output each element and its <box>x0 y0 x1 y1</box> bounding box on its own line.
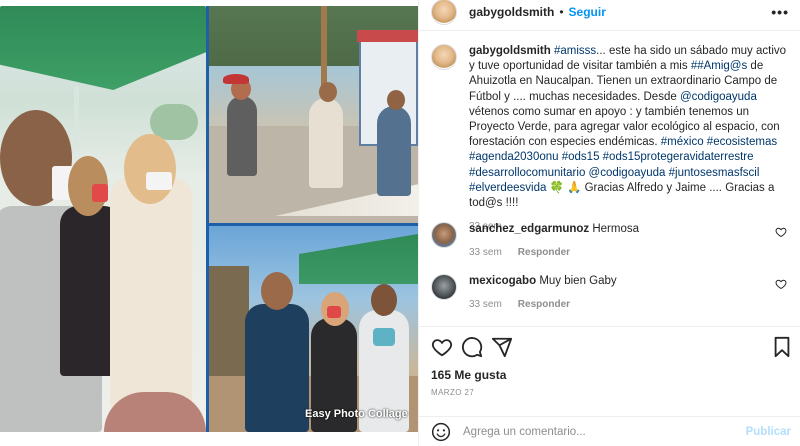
reply-button[interactable]: Responder <box>518 297 570 312</box>
caption-username[interactable]: gabygoldsmith <box>469 45 551 57</box>
follow-button[interactable]: Seguir <box>569 5 606 19</box>
more-options-icon[interactable]: ••• <box>771 4 789 20</box>
caption-mention[interactable]: @codigoayuda <box>680 91 757 103</box>
photo-collage: Easy Photo Collage <box>0 6 418 432</box>
author-username[interactable]: gabygoldsmith <box>469 5 554 19</box>
emoji-icon[interactable] <box>431 422 451 442</box>
comment-username[interactable]: sanchez_edgarmunoz <box>469 223 589 235</box>
comment-meta: 33 sem Responder <box>469 297 769 312</box>
caption-hashtag[interactable]: ##Amig@s <box>691 60 747 72</box>
post-date: MARZO 27 <box>431 388 475 397</box>
comment-body: Muy bien Gaby <box>539 275 617 287</box>
commenter-avatar[interactable] <box>431 274 457 300</box>
share-icon[interactable] <box>491 336 513 358</box>
add-comment-bar: Publicar <box>419 416 800 446</box>
comment-username[interactable]: mexicogabo <box>469 275 536 287</box>
comment-item: sanchez_edgarmunoz Hermosa 33 sem Respon… <box>431 222 793 260</box>
collage-photo-tent <box>0 6 206 432</box>
publish-button[interactable]: Publicar <box>746 426 791 438</box>
instagram-post-view: Easy Photo Collage gabygoldsmith • Segui… <box>0 0 800 446</box>
comment-text: mexicogabo Muy bien Gaby 33 sem Responde… <box>469 274 769 312</box>
collage-watermark: Easy Photo Collage <box>305 408 408 420</box>
caption-hashtag[interactable]: #amisss <box>554 45 596 57</box>
post-actions <box>431 336 793 358</box>
separator-dot: • <box>559 5 564 19</box>
like-comment-heart-icon[interactable] <box>775 226 787 238</box>
comment-input[interactable] <box>463 425 753 438</box>
commenter-avatar[interactable] <box>431 222 457 248</box>
collage-photo-street <box>209 6 418 223</box>
comment-text: sanchez_edgarmunoz Hermosa 33 sem Respon… <box>469 222 769 260</box>
header-divider <box>419 30 800 31</box>
comment-item: mexicogabo Muy bien Gaby 33 sem Responde… <box>431 274 793 312</box>
post-caption: gabygoldsmith #amisss... este ha sido un… <box>431 44 791 234</box>
collage-photo-group: Easy Photo Collage <box>209 226 418 432</box>
reply-button[interactable]: Responder <box>518 245 570 260</box>
bookmark-icon[interactable] <box>771 336 793 358</box>
comment-time: 33 sem <box>469 299 502 310</box>
author-avatar[interactable] <box>431 0 457 25</box>
like-comment-heart-icon[interactable] <box>775 278 787 290</box>
actions-divider <box>419 326 800 327</box>
post-header: gabygoldsmith • Seguir ••• <box>419 0 800 25</box>
comment-body: Hermosa <box>592 223 640 235</box>
post-sidebar: gabygoldsmith • Seguir ••• gabygoldsmith… <box>418 0 800 446</box>
caption-avatar[interactable] <box>431 44 457 70</box>
likes-count[interactable]: 165 Me gusta <box>431 368 506 382</box>
post-media[interactable]: Easy Photo Collage <box>0 0 418 446</box>
comment-icon[interactable] <box>461 336 483 358</box>
comment-meta: 33 sem Responder <box>469 245 769 260</box>
caption-text: gabygoldsmith #amisss... este ha sido un… <box>469 44 787 234</box>
comment-time: 33 sem <box>469 247 502 258</box>
heart-icon[interactable] <box>431 336 453 358</box>
